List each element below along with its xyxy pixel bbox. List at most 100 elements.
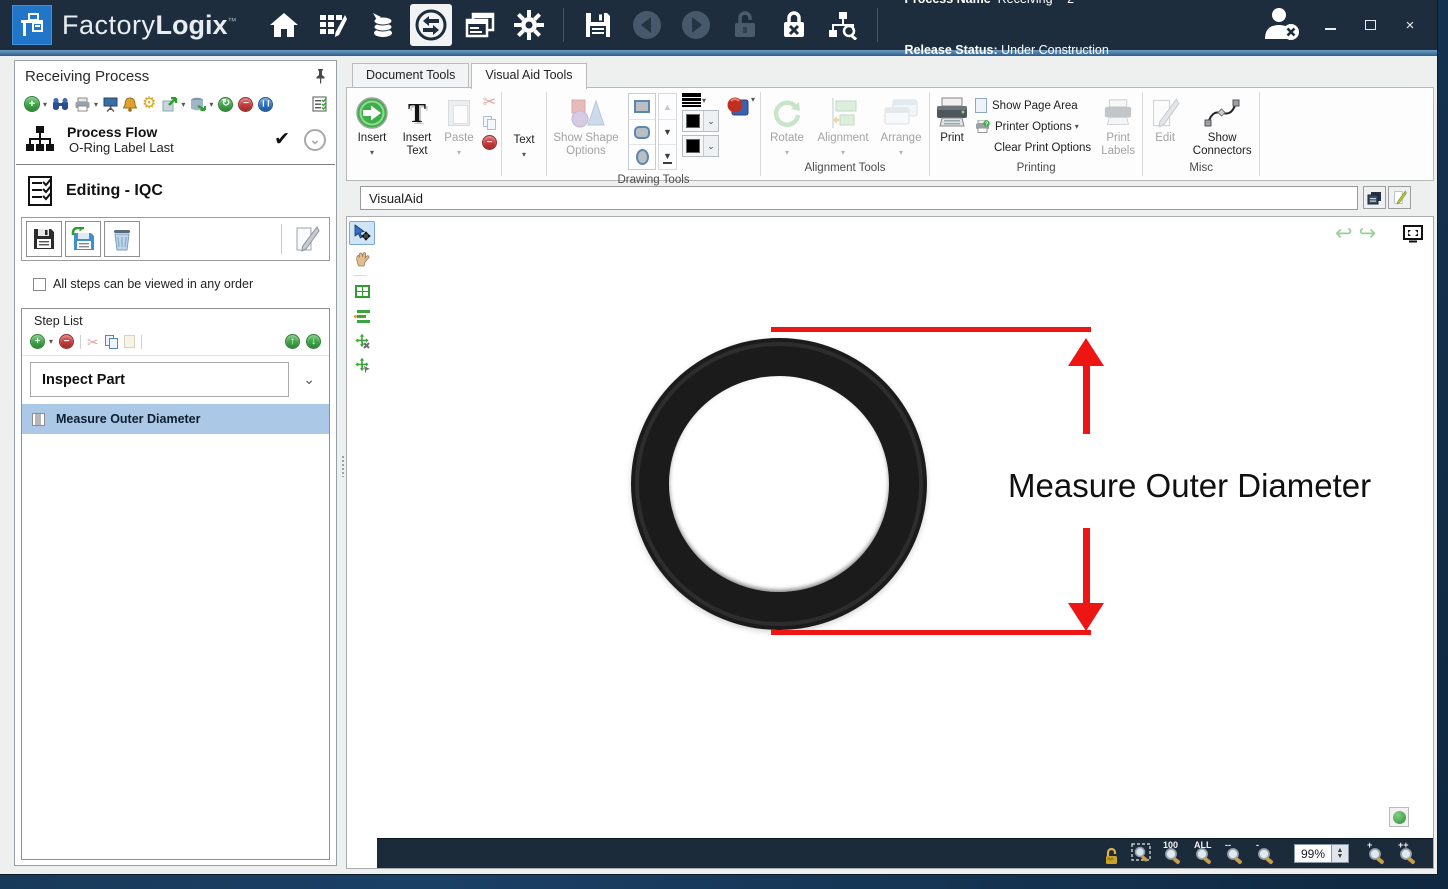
clear-print-options-button[interactable]: Clear Print Options [975,138,1091,157]
bell-icon[interactable] [123,97,137,112]
save-step-button[interactable] [26,221,62,257]
line-color-picker[interactable]: ⌄ [682,110,719,132]
alignment-button[interactable]: Alignment ▾ [812,91,874,162]
zoom-in-large-button[interactable]: ++ [1397,843,1419,865]
database-export-icon[interactable] [190,97,206,112]
database-caret-icon[interactable]: ▾ [209,100,213,109]
measure-annotation-text[interactable]: Measure Outer Diameter [1008,467,1371,505]
materials-button[interactable] [361,4,403,46]
panel-splitter[interactable] [341,455,345,477]
export-icon[interactable] [161,97,178,112]
zoom-out-large-button[interactable]: -- [1224,843,1246,865]
move-step-down-button[interactable]: ↓ [306,334,321,349]
cut-icon[interactable]: ✂ [87,335,99,349]
save-as-button[interactable] [65,221,101,257]
lock-revision-button[interactable] [773,4,815,46]
print-button[interactable]: Print [931,91,973,162]
zoom-level-input[interactable] [1294,844,1332,863]
process-search-button[interactable] [822,4,864,46]
documents-button[interactable] [459,4,501,46]
find-binoculars-icon[interactable] [52,97,69,111]
measure-up-arrow-shaft[interactable] [1083,364,1090,434]
line-weight-button[interactable]: ▾ [682,93,719,107]
show-shape-options-button[interactable]: Show Shape Options [548,91,624,174]
print-caret-icon[interactable]: ▾ [94,100,98,109]
insert-text-button[interactable]: T Insert Text [395,91,439,162]
maximize-button[interactable] [1359,17,1381,34]
rounded-rectangle-shape-button[interactable] [629,119,655,144]
activate-button[interactable]: ↻ [218,97,233,112]
fit-to-screen-button[interactable] [1403,225,1423,243]
save-button[interactable] [577,4,619,46]
settings-button[interactable] [508,4,550,46]
visual-aid-edit-button[interactable] [1388,186,1411,209]
navigator-button[interactable] [1389,807,1409,827]
edit-button[interactable]: Edit [1144,91,1186,162]
tab-visual-aid-tools[interactable]: Visual Aid Tools [471,63,586,89]
oring-image[interactable] [631,338,927,630]
zoom-out-button[interactable]: - [1255,843,1277,865]
add-step-caret-icon[interactable]: ▾ [49,337,53,346]
print-icon[interactable] [74,97,91,112]
send-backward-button[interactable]: ▼ [659,119,676,144]
cut-button[interactable]: ✂ [483,95,496,111]
measure-up-arrowhead[interactable] [1068,338,1104,366]
zoom-to-selection-button[interactable] [1131,843,1153,865]
pan-tool-button[interactable] [349,247,375,271]
visual-aid-browse-button[interactable] [1363,186,1386,209]
paste-icon[interactable] [124,335,135,348]
zoom-100-button[interactable]: 100 [1162,843,1184,865]
process-transfer-button[interactable] [410,4,452,46]
edit-step-button[interactable] [289,221,325,257]
remove-step-button[interactable]: − [59,334,74,349]
format-painter-button[interactable]: ▾ [722,91,759,174]
drawing-surface[interactable]: ↩ ↪ Measure Outer Diameter [377,217,1433,838]
step-group-select[interactable]: Inspect Part [30,362,289,397]
arrange-button[interactable]: Arrange ▾ [874,91,928,162]
measure-top-line[interactable] [771,327,1091,332]
redo-button[interactable]: ↪ [1359,221,1377,246]
process-editor-button[interactable] [312,4,354,46]
logout-user-button[interactable] [1261,5,1301,46]
step-group-chevron-icon[interactable]: ⌄ [303,371,315,388]
checklist-icon[interactable] [312,96,327,112]
show-connectors-button[interactable]: Show Connectors [1186,91,1258,162]
fill-color-caret-icon[interactable]: ⌄ [703,136,718,156]
measure-down-arrow-shaft[interactable] [1083,528,1090,604]
zoom-lock-button[interactable] [1100,843,1122,865]
close-button[interactable]: × [1399,17,1421,34]
export-caret-icon[interactable]: ▾ [181,100,185,109]
flow-expand-button[interactable]: ⌄ [304,129,326,151]
send-to-back-button[interactable]: ▼ [659,144,676,169]
line-color-caret-icon[interactable]: ⌄ [703,111,718,131]
process-settings-icon[interactable]: ⚙ [142,96,156,112]
ellipse-shape-button[interactable] [629,144,655,169]
grid-toggle-button[interactable] [349,279,375,303]
zoom-all-button[interactable]: ALL [1193,843,1215,865]
hold-button[interactable]: ❙❙ [258,97,273,112]
add-button[interactable]: + [24,96,40,112]
process-flow-row[interactable]: Process Flow O-Ring Label Last ✔ ⌄ [15,117,336,164]
undo-button[interactable]: ↩ [1335,221,1353,246]
measure-bottom-line[interactable] [771,630,1091,635]
measure-down-arrowhead[interactable] [1068,603,1104,631]
copy-button[interactable] [483,116,496,130]
forward-button[interactable] [675,4,717,46]
text-button[interactable]: Text ▾ [503,91,545,162]
zoom-spinner[interactable]: ▲▼ [1332,844,1349,863]
snap-lines-button[interactable] [349,304,375,328]
printer-options-button[interactable]: ? Printer Options ▾ [975,117,1091,136]
add-step-button[interactable]: + [30,334,45,349]
rectangle-shape-button[interactable] [629,94,655,119]
minimize-button[interactable] [1319,17,1341,34]
step-list-item-selected[interactable]: Measure Outer Diameter [22,404,329,434]
delete-step-button[interactable] [104,221,140,257]
show-page-area-button[interactable]: Show Page Area [975,96,1091,115]
deactivate-button[interactable]: − [238,97,253,112]
insert-button[interactable]: Insert ▾ [349,91,395,162]
add-caret-icon[interactable]: ▾ [43,100,47,109]
paste-button[interactable]: Paste ▾ [439,91,479,162]
rotate-button[interactable]: Rotate ▾ [762,91,812,162]
tab-document-tools[interactable]: Document Tools [352,63,469,88]
print-labels-button[interactable]: Print Labels [1095,91,1141,162]
